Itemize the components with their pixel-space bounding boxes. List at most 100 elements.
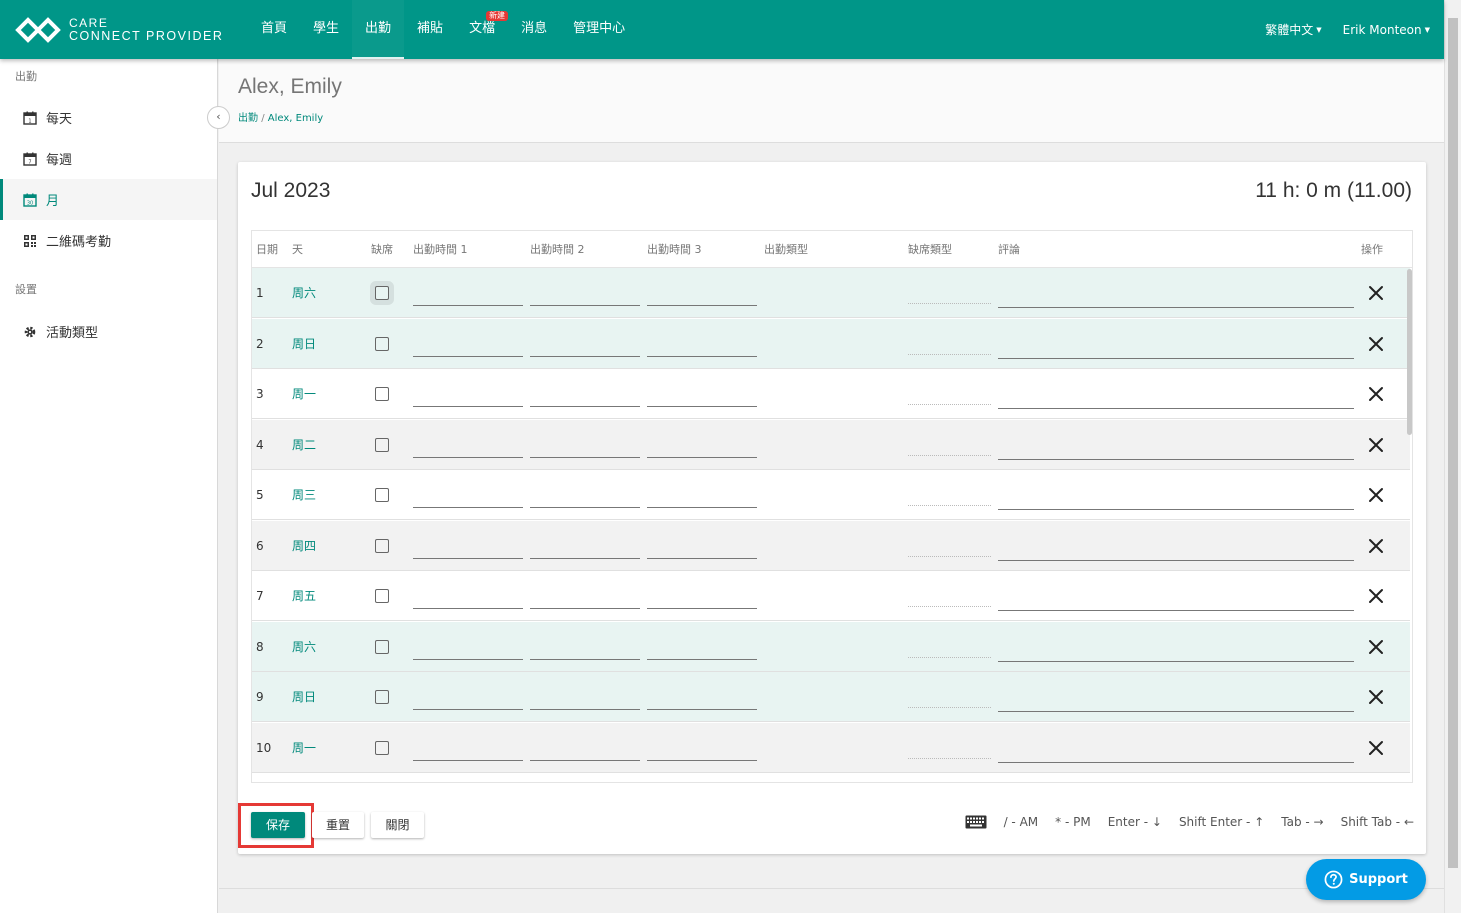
shortcut-hint-1: * - PM xyxy=(1055,815,1091,829)
absent-checkbox[interactable] xyxy=(375,639,389,654)
time-input-3[interactable] xyxy=(647,355,757,357)
absent-checkbox[interactable] xyxy=(375,690,389,704)
time-input-3[interactable] xyxy=(647,456,757,458)
time-input-1[interactable] xyxy=(413,305,523,306)
absence-type-select[interactable] xyxy=(908,404,991,405)
absent-checkbox[interactable] xyxy=(375,286,389,300)
brand-logo[interactable]: CARE CONNECT PROVIDER xyxy=(14,16,223,44)
time-input-1[interactable] xyxy=(413,456,523,458)
sidebar-item-2[interactable]: 30 月 xyxy=(0,179,217,220)
time-input-1[interactable] xyxy=(413,709,523,710)
comment-input[interactable] xyxy=(998,761,1354,763)
day-cell: 周四 xyxy=(292,538,317,553)
page-scrollbar-thumb[interactable] xyxy=(1448,18,1458,868)
support-button[interactable]: Support xyxy=(1306,859,1426,900)
time-input-2[interactable] xyxy=(530,456,640,458)
time-input-3[interactable] xyxy=(647,658,757,660)
time-input-3[interactable] xyxy=(647,709,757,710)
delete-row-icon[interactable] xyxy=(1364,584,1388,608)
time-input-3[interactable] xyxy=(647,305,757,306)
absence-type-select[interactable] xyxy=(908,555,991,557)
sidebar-item-1[interactable]: 7 每週 xyxy=(0,138,217,179)
user-menu-dropdown[interactable]: Erik Monteon ▼ xyxy=(1343,23,1430,37)
time-input-1[interactable] xyxy=(413,658,523,660)
delete-row-icon[interactable] xyxy=(1364,281,1388,305)
time-input-1[interactable] xyxy=(413,759,523,761)
delete-row-icon[interactable] xyxy=(1364,534,1388,558)
absence-type-select[interactable] xyxy=(908,606,991,607)
time-input-2[interactable] xyxy=(530,608,640,609)
close-button[interactable]: 關閉 xyxy=(371,812,424,838)
time-input-3[interactable] xyxy=(647,557,757,559)
comment-input[interactable] xyxy=(998,610,1354,611)
time-input-3[interactable] xyxy=(647,608,757,609)
sidebar-settings-item-0[interactable]: 活動類型 xyxy=(0,311,217,352)
absence-type-select[interactable] xyxy=(908,757,991,759)
comment-input[interactable] xyxy=(998,307,1354,308)
comment-input[interactable] xyxy=(998,559,1354,561)
delete-row-icon[interactable] xyxy=(1364,332,1388,356)
comment-input[interactable] xyxy=(998,660,1354,662)
nav-item-4[interactable]: 文檔 新建 xyxy=(456,0,509,59)
language-dropdown[interactable]: 繁體中文 ▼ xyxy=(1265,21,1321,38)
absent-checkbox[interactable] xyxy=(375,538,389,553)
time-input-3[interactable] xyxy=(647,507,757,508)
delete-row-icon[interactable] xyxy=(1364,433,1388,457)
nav-item-2[interactable]: 出勤 xyxy=(352,0,405,59)
delete-row-icon[interactable] xyxy=(1364,685,1388,709)
absence-type-select[interactable] xyxy=(908,303,991,304)
absent-checkbox[interactable] xyxy=(375,387,389,401)
save-button[interactable]: 保存 xyxy=(251,812,305,838)
time-input-2[interactable] xyxy=(530,406,640,407)
time-input-1[interactable] xyxy=(413,406,523,407)
absent-checkbox[interactable] xyxy=(375,488,389,502)
time-input-3[interactable] xyxy=(647,759,757,761)
time-input-1[interactable] xyxy=(413,608,523,609)
page-scrollbar[interactable] xyxy=(1444,0,1461,913)
absence-type-select[interactable] xyxy=(908,505,991,506)
comment-input[interactable] xyxy=(998,408,1354,409)
time-input-2[interactable] xyxy=(530,507,640,508)
time-input-2[interactable] xyxy=(530,355,640,357)
nav-item-0[interactable]: 首頁 xyxy=(248,0,300,59)
nav-item-6[interactable]: 管理中心 xyxy=(560,0,638,59)
time-input-3[interactable] xyxy=(647,406,757,407)
absence-type-select[interactable] xyxy=(908,707,991,708)
comment-input[interactable] xyxy=(998,509,1354,510)
delete-row-icon[interactable] xyxy=(1364,635,1388,659)
absence-type-select[interactable] xyxy=(908,454,991,456)
sidebar-item-label: 每天 xyxy=(46,112,73,127)
comment-input[interactable] xyxy=(998,357,1354,359)
delete-row-icon[interactable] xyxy=(1364,483,1388,507)
breadcrumb-root-link[interactable]: 出勤 xyxy=(238,113,258,124)
time-input-1[interactable] xyxy=(413,507,523,508)
time-input-1[interactable] xyxy=(413,557,523,559)
absent-checkbox[interactable] xyxy=(375,437,389,452)
delete-row-icon[interactable] xyxy=(1364,736,1388,760)
breadcrumb-current: Alex, Emily xyxy=(267,113,324,124)
nav-item-1[interactable]: 學生 xyxy=(300,0,352,59)
sidebar-item-3[interactable]: 二維碼考勤 xyxy=(0,220,217,261)
absent-checkbox[interactable] xyxy=(375,740,389,755)
time-input-2[interactable] xyxy=(530,305,640,306)
nav-item-5[interactable]: 消息 xyxy=(508,0,560,59)
sidebar-item-0[interactable]: 1 每天 xyxy=(0,97,217,138)
reset-button[interactable]: 重置 xyxy=(312,812,364,838)
nav-item-label: 補貼 xyxy=(417,21,444,36)
table-scrollbar[interactable] xyxy=(1407,269,1412,435)
time-input-2[interactable] xyxy=(530,658,640,660)
sidebar-collapse-button[interactable]: ‹ xyxy=(207,106,230,129)
comment-input[interactable] xyxy=(998,458,1354,460)
absence-type-select[interactable] xyxy=(908,656,991,658)
time-input-1[interactable] xyxy=(413,355,523,357)
time-input-2[interactable] xyxy=(530,709,640,710)
absent-checkbox[interactable] xyxy=(375,589,389,603)
time-input-2[interactable] xyxy=(530,557,640,559)
absence-type-select[interactable] xyxy=(908,353,991,355)
column-header-3: 出勤時間 1 xyxy=(413,243,468,256)
nav-item-3[interactable]: 補貼 xyxy=(404,0,456,59)
time-input-2[interactable] xyxy=(530,759,640,761)
absent-checkbox[interactable] xyxy=(375,336,389,351)
comment-input[interactable] xyxy=(998,711,1354,712)
delete-row-icon[interactable] xyxy=(1364,382,1388,406)
